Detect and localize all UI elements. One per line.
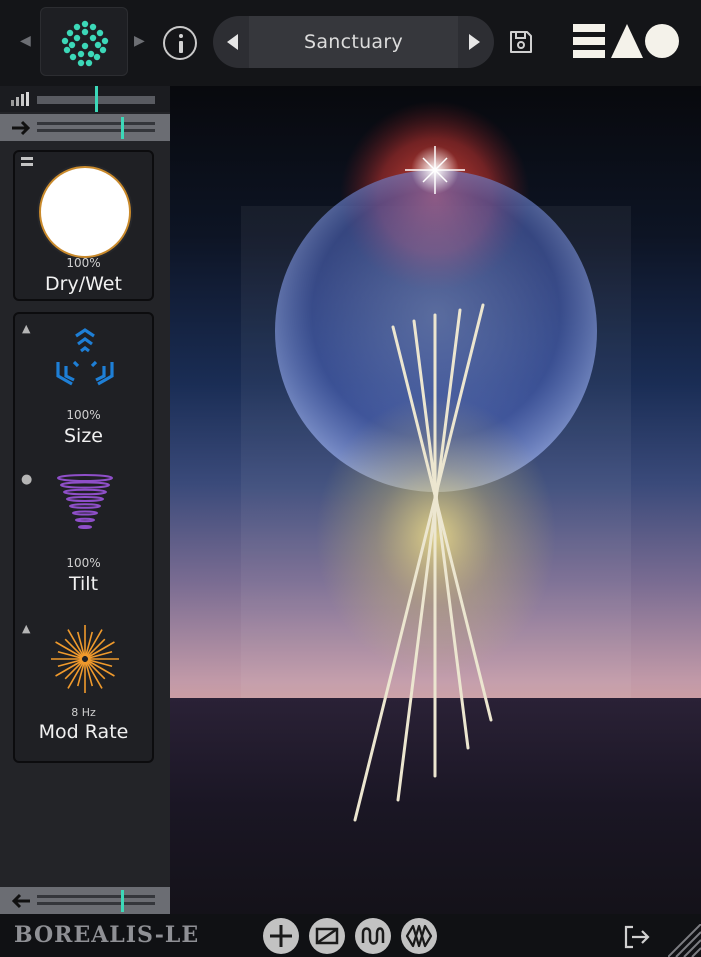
add-button[interactable]	[263, 918, 299, 954]
preset-selector: Sanctuary	[213, 16, 494, 68]
drywet-value: 100%	[66, 256, 101, 270]
next-logo-arrow-icon[interactable]: ▶	[134, 33, 145, 49]
zigzag-icon	[405, 924, 433, 948]
info-button[interactable]	[163, 26, 197, 60]
input-meter	[0, 86, 170, 112]
top-bar: ◀ ▶ Sanctuary	[0, 0, 701, 86]
product-name: BOREALIS-LE	[14, 922, 200, 948]
drywet-card: 100% Dry/Wet	[13, 150, 154, 301]
brand-logo-icon[interactable]	[573, 24, 679, 58]
reverb-visualizer	[170, 86, 701, 914]
visualizer-art	[241, 101, 631, 822]
modulation-button[interactable]	[355, 918, 391, 954]
params-card: ▲ 100% Size ● 100% Tilt ▲ 8 Hz Mod Rate	[13, 312, 154, 763]
tilt-icon[interactable]	[55, 472, 115, 542]
hex-dots-logo-icon	[61, 20, 109, 67]
prev-logo-arrow-icon[interactable]: ◀	[20, 33, 31, 49]
preset-prev-button[interactable]	[227, 34, 238, 50]
tilt-mode-dot-icon[interactable]: ●	[21, 472, 32, 487]
input-gain-marker[interactable]	[120, 117, 124, 139]
plugin-logo-button[interactable]	[40, 7, 128, 76]
filter-button[interactable]	[309, 918, 345, 954]
output-gain-marker[interactable]	[120, 890, 124, 912]
drywet-knob[interactable]	[39, 166, 131, 258]
info-icon	[179, 34, 183, 38]
modrate-value: 8 Hz	[71, 706, 96, 719]
preset-next-button[interactable]	[469, 34, 480, 50]
save-icon[interactable]	[508, 29, 534, 55]
plus-icon	[270, 925, 292, 947]
controls-panel: 100% Dry/Wet ▲ 100% Size ● 100% Tilt ▲ 8…	[0, 86, 170, 914]
signal-level-icon	[11, 92, 29, 106]
output-arrow-icon	[11, 893, 30, 909]
resize-grip-icon[interactable]	[668, 924, 701, 957]
modrate-starburst-icon[interactable]	[48, 622, 122, 696]
drywet-label: Dry/Wet	[45, 273, 122, 295]
filter-box-icon	[315, 927, 339, 945]
wave-icon	[361, 927, 385, 945]
input-gain-slider[interactable]	[0, 114, 170, 141]
size-icon[interactable]	[50, 326, 120, 396]
menu-lines-icon[interactable]	[21, 157, 35, 167]
size-label: Size	[63, 425, 103, 447]
input-meter-marker[interactable]	[95, 86, 98, 112]
exit-icon[interactable]	[623, 924, 651, 950]
tilt-label: Tilt	[68, 573, 99, 595]
modrate-label: Mod Rate	[38, 721, 129, 743]
preset-name[interactable]: Sanctuary	[249, 16, 458, 68]
modrate-mode-triangle-icon[interactable]: ▲	[22, 622, 30, 635]
shape-button[interactable]	[401, 918, 437, 954]
tilt-value: 100%	[66, 556, 101, 570]
bottom-bar: BOREALIS-LE	[0, 914, 701, 957]
input-arrow-icon	[12, 120, 31, 136]
output-gain-slider[interactable]	[0, 887, 170, 914]
size-value: 100%	[66, 408, 101, 422]
size-mode-triangle-icon[interactable]: ▲	[22, 322, 30, 335]
